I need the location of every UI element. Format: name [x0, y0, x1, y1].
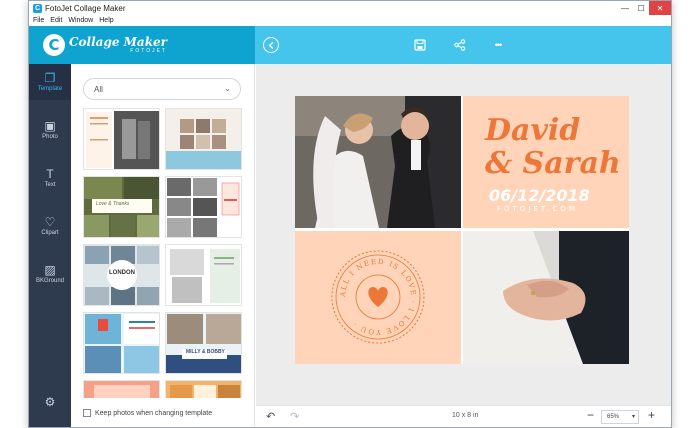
redo-icon[interactable]: ↷: [290, 410, 299, 423]
template-panel: All ⌄ Love & Thanks LONDON MILLY & BOBBY…: [71, 64, 255, 427]
toolbar: •••: [255, 26, 671, 64]
love-badge: ALL I NEED IS LOVE · I LOVE YOU ·: [331, 250, 425, 344]
template-thumb[interactable]: [165, 380, 242, 398]
template-thumb[interactable]: [165, 108, 242, 170]
thumb-caption: MILLY & BOBBY: [186, 349, 225, 355]
maximize-button[interactable]: ☐: [633, 1, 649, 15]
app-window: C FotoJet Collage Maker — ☐ ✕ File Edit …: [28, 0, 672, 428]
app-icon: C: [33, 3, 42, 13]
save-icon[interactable]: [411, 36, 429, 54]
photo-cell-hands[interactable]: [463, 231, 629, 364]
keep-photos-checkbox[interactable]: [83, 409, 91, 417]
minimize-button[interactable]: —: [617, 1, 633, 15]
sidebar-label-text: Text: [44, 182, 56, 188]
zoom-in-button[interactable]: +: [648, 408, 655, 422]
sidebar-label-photo: Photo: [42, 134, 58, 140]
sidebar-item-clipart[interactable]: ♡ Clipart: [29, 208, 71, 244]
thumb-caption: Love & Thanks: [96, 201, 130, 207]
chevron-down-icon: ⌄: [224, 84, 231, 93]
sidebar-label-clipart: Clipart: [41, 230, 59, 236]
bottom-bar: ↶ ↷ 10 x 8 in − 65% ▾ +: [256, 405, 671, 427]
top-bar: C Collage Maker FOTOJET •••: [29, 26, 671, 64]
heart-icon: ♡: [44, 215, 56, 229]
logo-icon: C: [43, 34, 65, 56]
brand-subtitle: FOTOJET: [130, 48, 167, 54]
menu-bar: File Edit Window Help: [29, 15, 671, 26]
brand-title: Collage Maker: [69, 35, 167, 49]
window-title: FotoJet Collage Maker: [45, 3, 126, 13]
sidebar: ❐ Template ▣ Photo T Text ♡ Clipart ▨ BK…: [29, 64, 71, 427]
zoom-value: 65%: [607, 414, 620, 420]
template-thumb[interactable]: [165, 244, 242, 306]
sidebar-label-background: BKGround: [35, 278, 65, 284]
template-thumb[interactable]: MILLY & BOBBY: [165, 312, 242, 374]
photo-icon: ▣: [44, 119, 56, 133]
canvas-area: David & Sarah 06/12/2018 FOTOJET.COM ALL…: [256, 64, 671, 427]
menu-window[interactable]: Window: [68, 17, 93, 24]
title-bar: C FotoJet Collage Maker — ☐ ✕: [29, 1, 671, 15]
brand-logo: C Collage Maker FOTOJET: [29, 26, 255, 64]
watermark: FOTOJET.COM: [497, 205, 578, 213]
sidebar-item-text[interactable]: T Text: [29, 160, 71, 196]
share-icon[interactable]: [451, 36, 469, 54]
wedding-date: 06/12/2018: [489, 186, 590, 205]
background-icon: ▨: [44, 263, 56, 277]
sidebar-label-template: Template: [37, 86, 63, 92]
keep-photos-option[interactable]: Keep photos when changing template: [83, 409, 212, 417]
text-icon: T: [46, 167, 54, 181]
template-grid: Love & Thanks LONDON MILLY & BOBBY: [83, 108, 243, 398]
menu-edit[interactable]: Edit: [50, 17, 62, 24]
keep-photos-label: Keep photos when changing template: [95, 409, 213, 417]
window-controls: — ☐ ✕: [617, 1, 671, 15]
more-icon[interactable]: •••: [489, 36, 507, 54]
sidebar-item-photo[interactable]: ▣ Photo: [29, 112, 71, 148]
undo-icon[interactable]: ↶: [266, 410, 275, 423]
menu-help[interactable]: Help: [99, 17, 113, 24]
menu-file[interactable]: File: [33, 17, 44, 24]
names-block[interactable]: David & Sarah 06/12/2018 FOTOJET.COM: [463, 96, 629, 228]
collage-canvas[interactable]: David & Sarah 06/12/2018 FOTOJET.COM ALL…: [295, 96, 629, 364]
thumb-caption: LONDON: [109, 270, 135, 276]
heart-icon: [368, 287, 388, 307]
settings-icon: ⚙: [44, 395, 56, 409]
template-thumb[interactable]: LONDON: [83, 244, 160, 306]
photo-cell-couple-kiss[interactable]: [295, 96, 461, 228]
close-button[interactable]: ✕: [649, 1, 671, 15]
chevron-down-icon: ▾: [631, 414, 635, 420]
back-arrow-icon[interactable]: [263, 37, 279, 53]
love-badge-cell[interactable]: ALL I NEED IS LOVE · I LOVE YOU ·: [295, 231, 461, 364]
template-icon: ❐: [44, 71, 56, 85]
template-thumb[interactable]: Love & Thanks: [83, 176, 160, 238]
sidebar-item-settings[interactable]: ⚙: [29, 384, 71, 420]
name-line-1: David: [485, 113, 581, 148]
template-thumb[interactable]: [83, 108, 160, 170]
category-select[interactable]: All ⌄: [83, 78, 241, 100]
sidebar-item-background[interactable]: ▨ BKGround: [29, 256, 71, 292]
zoom-select[interactable]: 65% ▾: [601, 410, 639, 424]
zoom-out-button[interactable]: −: [587, 408, 594, 422]
category-select-value: All: [94, 84, 103, 94]
sidebar-item-template[interactable]: ❐ Template: [29, 64, 71, 100]
template-thumb[interactable]: [83, 312, 160, 374]
canvas-size[interactable]: 10 x 8 in: [452, 412, 478, 419]
name-line-2: & Sarah: [485, 146, 621, 181]
template-thumb[interactable]: [165, 176, 242, 238]
template-thumb[interactable]: [83, 380, 160, 398]
